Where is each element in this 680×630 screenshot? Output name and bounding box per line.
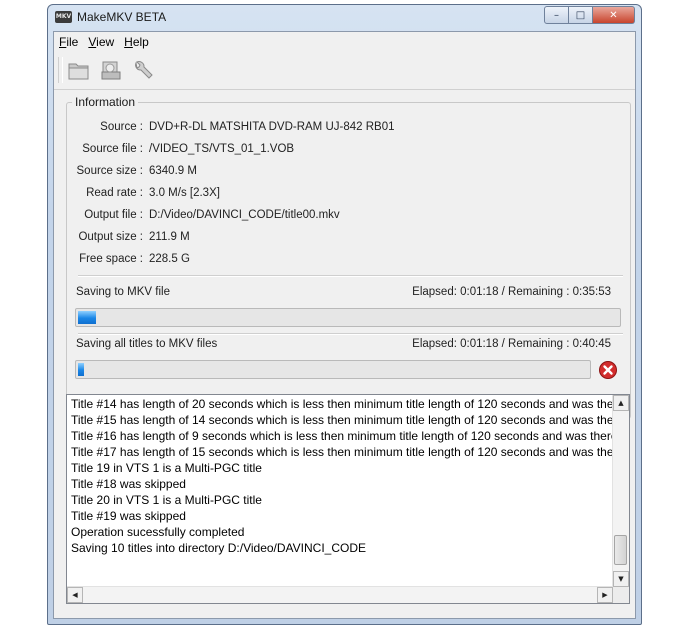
menu-help-label: elp xyxy=(132,35,149,49)
menu-help-accel: H xyxy=(124,35,133,49)
menu-view-label: iew xyxy=(96,35,115,49)
info-label: Source file : xyxy=(82,143,143,155)
maximize-icon: □ xyxy=(575,9,586,21)
scroll-corner xyxy=(613,587,629,603)
vertical-scroll-thumb[interactable] xyxy=(614,535,627,565)
open-folder-icon xyxy=(68,63,89,80)
close-icon: ✕ xyxy=(609,9,618,21)
menu-bar: File View Help xyxy=(54,32,635,52)
menu-help[interactable]: Help xyxy=(119,32,154,52)
information-group-label: Information xyxy=(72,95,139,109)
info-label: Output file : xyxy=(84,209,143,221)
log-lines: Title #14 has length of 20 seconds which… xyxy=(71,396,614,556)
info-label: Free space : xyxy=(79,253,143,265)
open-disc-button[interactable] xyxy=(97,57,125,83)
makemkv-app-icon: MKV xyxy=(55,11,72,23)
cancel-button[interactable] xyxy=(597,359,619,381)
divider-top xyxy=(78,275,623,277)
scroll-left-icon: ◀ xyxy=(72,591,78,599)
scroll-up-button[interactable]: ▲ xyxy=(613,395,629,411)
log-line: Title #17 has length of 15 seconds which… xyxy=(71,445,614,459)
info-row: Output size : 211.9 M xyxy=(54,231,594,247)
info-value: D:/Video/DAVINCI_CODE/title00.mkv xyxy=(149,209,340,221)
log-vertical-scrollbar[interactable]: ▲ ▼ xyxy=(612,395,629,587)
info-label: Source size : xyxy=(76,165,143,177)
info-row: Output file : D:/Video/DAVINCI_CODE/title… xyxy=(54,209,594,225)
scroll-right-icon: ▶ xyxy=(602,591,608,599)
client-area: File View Help Information Source: DVD+… xyxy=(53,31,636,619)
info-label: Read rate : xyxy=(86,187,143,199)
log-line: Title 20 in VTS 1 is a Multi-PGC title xyxy=(71,493,262,507)
open-disc-icon xyxy=(101,61,121,80)
total-progress-fill xyxy=(78,363,84,376)
scroll-right-button[interactable]: ▶ xyxy=(597,587,613,603)
current-progress-time: Elapsed: 0:01:18 / Remaining : 0:35:53 xyxy=(412,286,611,298)
info-value: 3.0 M/s [2.3X] xyxy=(149,187,220,199)
scroll-left-button[interactable]: ◀ xyxy=(67,587,83,603)
log-line: Title #16 has length of 9 seconds which … xyxy=(71,429,614,443)
info-row: Free space : 228.5 G xyxy=(54,253,594,269)
maximize-button[interactable]: □ xyxy=(569,6,593,24)
scroll-down-button[interactable]: ▼ xyxy=(613,571,629,587)
toolbar-grip[interactable] xyxy=(58,57,63,83)
open-files-button[interactable] xyxy=(65,57,93,83)
log-line: Title 19 in VTS 1 is a Multi-PGC title xyxy=(71,461,262,475)
minimize-button[interactable]: – xyxy=(544,6,569,24)
minimize-icon: – xyxy=(554,9,559,21)
window-title: MakeMKV BETA xyxy=(77,10,167,24)
log-line: Title #15 has length of 14 seconds which… xyxy=(71,413,614,427)
title-bar[interactable]: MKV MakeMKV BETA – □ ✕ xyxy=(48,5,641,31)
toolbar xyxy=(54,53,635,90)
total-progress-label: Saving all titles to MKV files xyxy=(76,338,218,350)
info-value: 211.9 M xyxy=(149,231,190,243)
log-line: Saving 10 titles into directory D:/Video… xyxy=(71,541,367,555)
menu-file[interactable]: File xyxy=(54,32,83,52)
total-progress-time: Elapsed: 0:01:18 / Remaining : 0:40:45 xyxy=(412,338,611,350)
log-line: Title #19 was skipped xyxy=(71,509,186,523)
info-value: 228.5 G xyxy=(149,253,190,265)
divider-middle xyxy=(78,333,623,335)
info-label: Source : xyxy=(100,121,143,133)
total-progress-bar xyxy=(75,360,591,379)
menu-view[interactable]: View xyxy=(83,32,119,52)
scroll-up-icon: ▲ xyxy=(618,399,624,407)
preferences-button[interactable] xyxy=(129,57,157,83)
close-button[interactable]: ✕ xyxy=(593,6,635,24)
menu-view-accel: V xyxy=(88,35,97,49)
info-row: Source : DVD+R-DL MATSHITA DVD-RAM UJ-842… xyxy=(54,121,594,137)
scroll-down-icon: ▼ xyxy=(618,575,624,583)
current-progress-fill xyxy=(78,311,96,324)
log-horizontal-scrollbar[interactable]: ◀ ▶ xyxy=(67,586,613,603)
info-value: 6340.9 M xyxy=(149,165,197,177)
log-output[interactable]: Title #14 has length of 20 seconds which… xyxy=(66,394,630,604)
info-value: DVD+R-DL MATSHITA DVD-RAM UJ-842 RB01 xyxy=(149,121,395,133)
info-row: Source size : 6340.9 M xyxy=(54,165,594,181)
current-progress-bar xyxy=(75,308,621,327)
info-row: Read rate : 3.0 M/s [2.3X] xyxy=(54,187,594,203)
log-line: Title #14 has length of 20 seconds which… xyxy=(71,397,614,411)
menu-file-label: ile xyxy=(66,35,79,49)
info-row: Source file : /VIDEO_TS/VTS_01_1.VOB xyxy=(54,143,594,159)
window-controls: – □ ✕ xyxy=(544,6,635,24)
log-line: Title #18 was skipped xyxy=(71,477,186,491)
info-label: Output size : xyxy=(78,231,143,243)
main-window: MKV MakeMKV BETA – □ ✕ File View Help In… xyxy=(47,4,642,625)
cancel-x-icon xyxy=(599,361,617,379)
current-progress-label: Saving to MKV file xyxy=(76,286,170,298)
log-line: Operation sucessfully completed xyxy=(71,525,245,539)
info-value: /VIDEO_TS/VTS_01_1.VOB xyxy=(149,143,295,155)
settings-wrench-icon xyxy=(135,61,153,79)
